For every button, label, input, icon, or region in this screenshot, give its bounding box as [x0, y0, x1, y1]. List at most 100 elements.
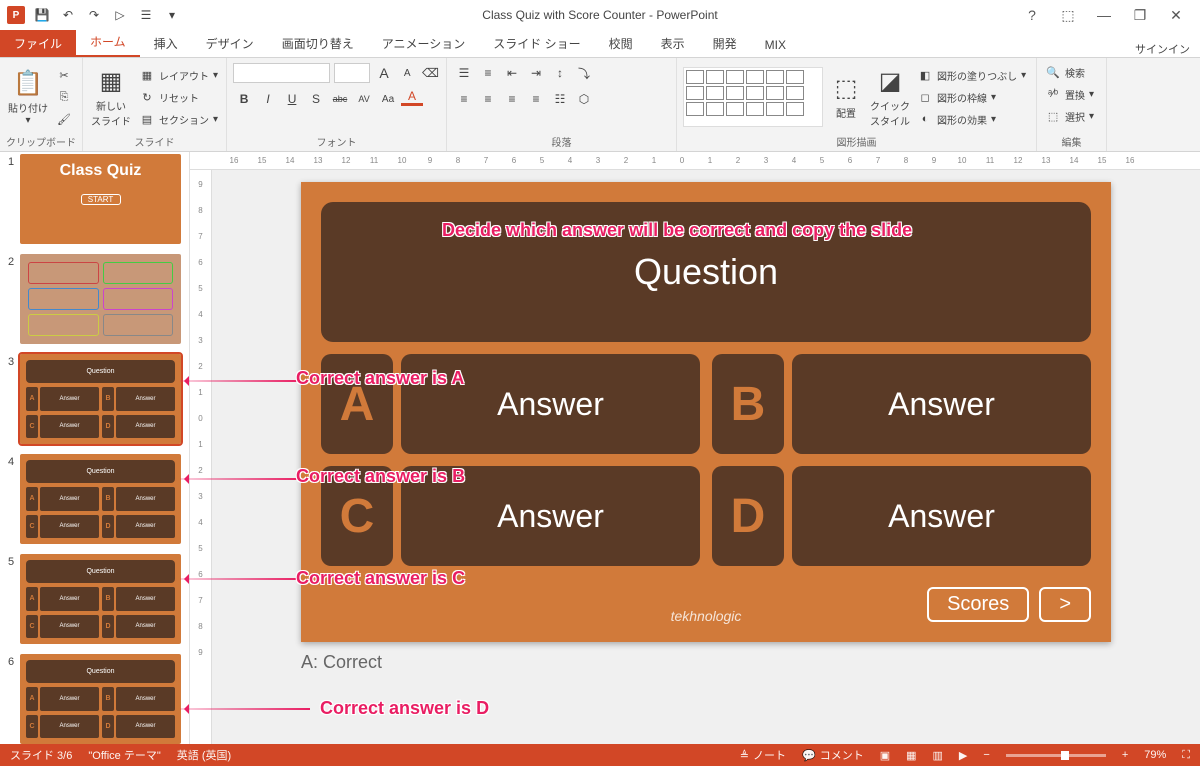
clear-format-button[interactable]: ⌫ [421, 62, 440, 84]
layout-button[interactable]: ▦レイアウト▾ [137, 65, 220, 85]
zoom-in-button[interactable]: + [1122, 749, 1128, 761]
shrink-font-button[interactable]: A [398, 62, 417, 84]
new-slide-icon: ▦ [100, 67, 123, 96]
format-painter-button[interactable]: 🖌 [54, 109, 74, 129]
slide-thumbnail[interactable] [20, 254, 181, 344]
minimize-icon[interactable]: — [1090, 3, 1118, 27]
bold-button[interactable]: B [233, 88, 255, 110]
fit-button[interactable]: ⛶ [1182, 749, 1190, 762]
tab-review[interactable]: 校閲 [595, 30, 647, 57]
tab-transitions[interactable]: 画面切り替え [268, 30, 368, 57]
slideshow-icon[interactable]: ▷ [108, 3, 132, 27]
reading-view-icon[interactable]: ▥ [933, 749, 943, 762]
tab-file[interactable]: ファイル [0, 30, 76, 57]
ribbon-options-icon[interactable]: ⬚ [1054, 3, 1082, 27]
find-button[interactable]: 🔍検索 [1043, 62, 1100, 82]
theme-name[interactable]: "Office テーマ" [88, 747, 160, 763]
arrange-icon: ⬚ [835, 74, 858, 103]
tab-mix[interactable]: MIX [751, 33, 800, 57]
replace-button[interactable]: ᵃ⁄ᵇ置換▾ [1043, 84, 1100, 104]
shadow-button[interactable]: S [305, 88, 327, 110]
slide-thumbnail[interactable]: QuestionAAnswerBAnswerCAnswerDAnswer [20, 354, 181, 444]
reset-button[interactable]: ↻リセット [137, 87, 220, 107]
help-icon[interactable]: ? [1018, 3, 1046, 27]
font-color-button[interactable]: A [401, 88, 423, 106]
zoom-out-button[interactable]: − [983, 749, 989, 761]
redo-icon[interactable]: ↷ [82, 3, 106, 27]
italic-button[interactable]: I [257, 88, 279, 110]
decrease-indent-button[interactable]: ⇤ [501, 62, 523, 84]
maximize-icon[interactable]: ❐ [1126, 3, 1154, 27]
slide-thumbnail[interactable]: Class QuizSTART [20, 154, 181, 244]
smartart-button[interactable]: ⬡ [573, 88, 595, 110]
zoom-level[interactable]: 79% [1144, 749, 1166, 761]
align-center-button[interactable]: ≡ [477, 88, 499, 110]
scores-button[interactable]: Scores [927, 587, 1029, 622]
save-icon[interactable]: 💾 [30, 3, 54, 27]
slide-thumbnail[interactable]: QuestionAAnswerBAnswerCAnswerDAnswer [20, 454, 181, 544]
normal-view-icon[interactable]: ▣ [880, 749, 890, 762]
language-button[interactable]: 英語 (英国) [177, 747, 231, 763]
line-spacing-button[interactable]: ↕ [549, 62, 571, 84]
shape-effects-button[interactable]: ◐図形の効果▾ [915, 109, 1028, 129]
text-direction-button[interactable]: ⤵ [573, 62, 595, 84]
spacing-button[interactable]: AV [353, 88, 375, 110]
thumb-number: 4 [8, 454, 20, 544]
tab-design[interactable]: デザイン [192, 30, 268, 57]
comments-button[interactable]: 💬コメント [802, 747, 864, 763]
undo-icon[interactable]: ↶ [56, 3, 80, 27]
cut-button[interactable]: ✂ [54, 65, 74, 85]
copy-button[interactable]: ⎘ [54, 87, 74, 107]
increase-indent-button[interactable]: ⇥ [525, 62, 547, 84]
zoom-slider[interactable] [1006, 754, 1106, 757]
tab-insert[interactable]: 挿入 [140, 30, 192, 57]
case-button[interactable]: Aa [377, 88, 399, 110]
strike-button[interactable]: abc [329, 88, 351, 110]
quickstyle-button[interactable]: ◪クイック スタイル [869, 63, 911, 131]
underline-button[interactable]: U [281, 88, 303, 110]
justify-button[interactable]: ≡ [525, 88, 547, 110]
columns-button[interactable]: ☷ [549, 88, 571, 110]
sorter-view-icon[interactable]: ▦ [906, 749, 916, 762]
section-button[interactable]: ▤セクション▾ [137, 109, 220, 129]
tab-slideshow[interactable]: スライド ショー [479, 30, 594, 57]
slide-thumbnail[interactable]: QuestionAAnswerBAnswerCAnswerDAnswer [20, 554, 181, 644]
tab-view[interactable]: 表示 [647, 30, 699, 57]
grow-font-button[interactable]: A [374, 62, 393, 84]
slide-counter[interactable]: スライド 3/6 [10, 747, 72, 763]
answer-box-b[interactable]: Answer [792, 354, 1091, 454]
bullets-button[interactable]: ☰ [453, 62, 475, 84]
slide-thumbnail[interactable]: QuestionAAnswerBAnswerCAnswerDAnswer [20, 654, 181, 744]
font-size-input[interactable] [334, 63, 370, 83]
notes-button[interactable]: ≜ノート [740, 747, 786, 763]
annotation-b: Correct answer is B [296, 466, 465, 487]
touch-mode-icon[interactable]: ☰ [134, 3, 158, 27]
shapes-gallery[interactable] [683, 67, 823, 127]
new-slide-button[interactable]: ▦新しい スライド [89, 63, 133, 131]
copy-icon: ⎘ [56, 89, 72, 105]
align-right-button[interactable]: ≡ [501, 88, 523, 110]
answer-letter-d[interactable]: D [712, 466, 784, 566]
paste-button[interactable]: 📋貼り付け▾ [6, 63, 50, 131]
signin-link[interactable]: サインイン [1135, 41, 1190, 57]
shape-outline-button[interactable]: ◻図形の枠線▾ [915, 87, 1028, 107]
arrange-button[interactable]: ⬚配置 [827, 63, 865, 131]
tab-developer[interactable]: 開発 [699, 30, 751, 57]
next-button[interactable]: > [1039, 587, 1091, 622]
font-name-input[interactable] [233, 63, 330, 83]
section-icon: ▤ [139, 111, 155, 127]
close-icon[interactable]: ✕ [1162, 3, 1190, 27]
align-left-button[interactable]: ≡ [453, 88, 475, 110]
tab-home[interactable]: ホーム [76, 28, 140, 57]
canvas[interactable]: Question AAnswer BAnswer CAnswer DAnswer… [212, 170, 1200, 746]
numbering-button[interactable]: ≡ [477, 62, 499, 84]
qat-more-icon[interactable]: ▾ [160, 3, 184, 27]
tab-animations[interactable]: アニメーション [368, 30, 480, 57]
answer-box-d[interactable]: Answer [792, 466, 1091, 566]
shape-fill-button[interactable]: ◧図形の塗りつぶし▾ [915, 65, 1028, 85]
zoom-thumb[interactable] [1061, 751, 1069, 760]
select-button[interactable]: ⬚選択▾ [1043, 106, 1100, 126]
slideshow-view-icon[interactable]: ▶ [959, 749, 967, 762]
notes-pane[interactable]: A: Correct [301, 642, 1111, 683]
answer-letter-b[interactable]: B [712, 354, 784, 454]
